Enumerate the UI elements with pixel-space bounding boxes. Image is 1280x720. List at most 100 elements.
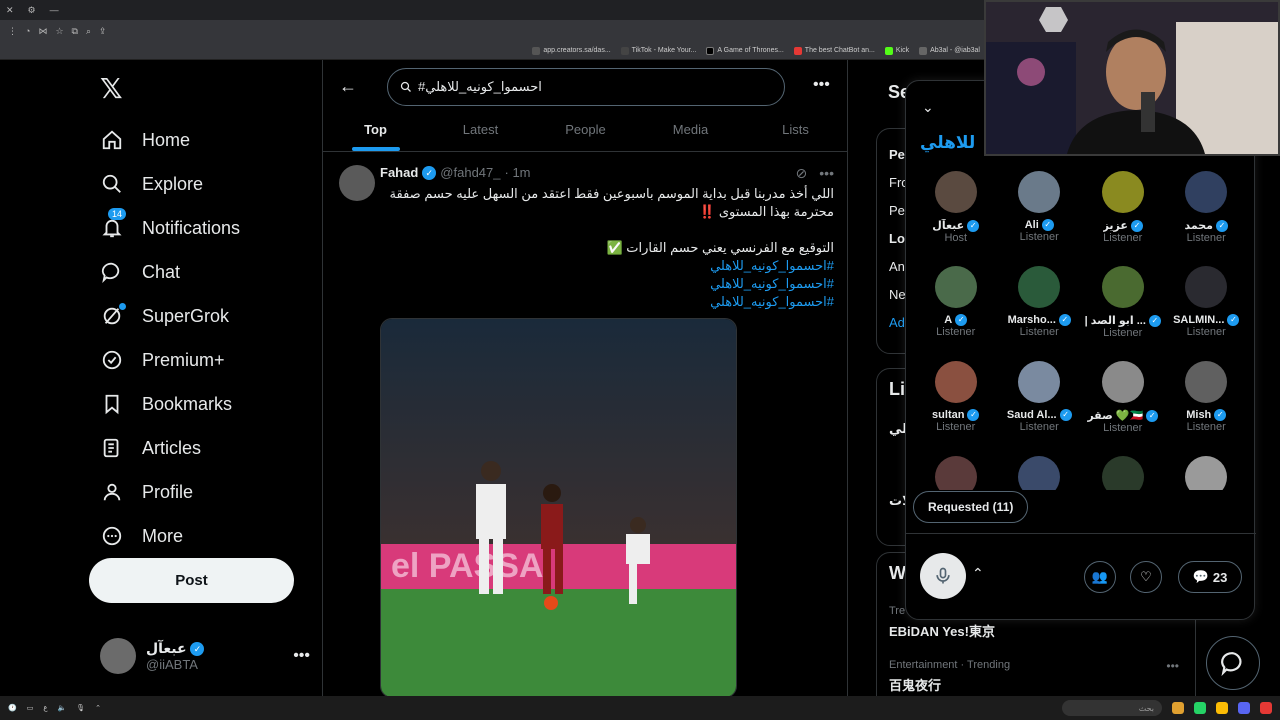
more-icon[interactable]: •••	[813, 76, 830, 94]
tweet-time[interactable]: · 1m	[505, 165, 531, 180]
taskbar-search[interactable]: بحث	[1062, 700, 1162, 716]
bookmark-item[interactable]: TikTok - Make Your...	[620, 46, 696, 55]
discord-icon[interactable]	[1238, 702, 1250, 714]
nav-bookmarks[interactable]: Bookmarks	[100, 382, 240, 426]
back-arrow-icon[interactable]: ←	[339, 76, 357, 97]
hashtag-link[interactable]: #احسموا_كونيه_للاهلي	[380, 257, 834, 275]
nav-premium[interactable]: Premium+	[100, 338, 240, 382]
tweet-author-name[interactable]: Fahad	[380, 165, 418, 180]
star-icon[interactable]: ☆	[55, 26, 63, 37]
trend-item[interactable]: 百鬼夜行	[889, 675, 941, 694]
avatar[interactable]	[339, 165, 375, 201]
post-button[interactable]: Post	[89, 558, 294, 603]
participant[interactable]: Mish ✓ Listener	[1165, 361, 1249, 445]
chat-fab-button[interactable]	[1206, 636, 1260, 690]
nav-supergrok[interactable]: SuperGrok	[100, 294, 240, 338]
collapse-chevron-icon[interactable]: ⌄	[922, 99, 934, 116]
notification-badge: 14	[108, 208, 127, 220]
participant[interactable]: Ali ✓ Listener	[998, 171, 1082, 255]
participant-role: Listener	[1103, 327, 1143, 339]
avatar	[1018, 171, 1061, 213]
avatar	[100, 638, 136, 674]
bookmark-item[interactable]: A Game of Thrones...	[706, 46, 784, 55]
nav-profile[interactable]: Profile	[100, 470, 240, 514]
nav-home[interactable]: Home	[100, 118, 240, 162]
search-icon	[100, 172, 124, 196]
extension-icon[interactable]: ◔	[25, 26, 30, 36]
display-icon[interactable]: ▭	[27, 704, 34, 712]
participant[interactable]	[914, 456, 998, 490]
share-icon[interactable]: ⇪	[99, 26, 107, 37]
comments-button[interactable]: 💬 23	[1178, 561, 1242, 593]
kick-icon	[884, 46, 893, 55]
participant[interactable]: sultan ✓ Listener	[914, 361, 998, 445]
account-switcher[interactable]: عبعآل ✓ @iiABTA •••	[100, 638, 310, 674]
nav-chat[interactable]: Chat	[100, 250, 240, 294]
participant[interactable]: A ✓ Listener	[914, 266, 998, 350]
nav-notifications[interactable]: 14 Notifications	[100, 206, 240, 250]
participant-name-row: SALMIN... ✓	[1165, 314, 1249, 326]
react-button[interactable]: ♡	[1130, 561, 1162, 593]
x-logo-icon[interactable]: 𝕏	[100, 72, 123, 105]
chevron-up-icon[interactable]: ⌃	[972, 565, 984, 582]
chevron-up-icon[interactable]: ⌃	[95, 704, 101, 712]
nav-explore[interactable]: Explore	[100, 162, 240, 206]
extension-icon[interactable]: ⋈	[38, 26, 47, 37]
participant[interactable]: Saud Al... ✓ Listener	[998, 361, 1082, 445]
menu-icon[interactable]: ⋮	[8, 26, 17, 37]
more-icon[interactable]: •••	[293, 647, 310, 665]
participant[interactable]: SALMIN... ✓ Listener	[1165, 266, 1249, 350]
chrome-icon[interactable]	[1216, 702, 1228, 714]
participant[interactable]	[998, 456, 1082, 490]
more-icon[interactable]: •••	[819, 165, 834, 182]
tab-media[interactable]: Media	[638, 112, 743, 151]
people-button[interactable]: 👥	[1084, 561, 1116, 593]
bookmark-item[interactable]: Ab3al - @iab3al	[919, 46, 980, 55]
tab-search-icon[interactable]: ⧉	[72, 26, 78, 37]
participant[interactable]: صقر 💚🇰🇼 ✓ Listener	[1081, 361, 1165, 445]
volume-icon[interactable]: 🔈	[58, 704, 67, 712]
requested-button[interactable]: Requested (11)	[913, 491, 1029, 523]
participant-name-row: محمد ✓	[1165, 219, 1249, 232]
participant-role: Listener	[1186, 421, 1226, 433]
grok-icon[interactable]: ⊘	[796, 165, 808, 182]
bookmark-item[interactable]: app.creators.sa/das...	[532, 46, 611, 55]
hashtag-link[interactable]: #احسموا_كونيه_للاهلي	[380, 275, 834, 293]
participant[interactable]	[1081, 456, 1165, 490]
search-input[interactable]: #احسموا_كونيه_للاهلي	[387, 68, 785, 106]
folder-icon[interactable]	[1172, 702, 1184, 714]
zoom-icon[interactable]: ⌕	[86, 26, 91, 37]
participant[interactable]: عزيز ✓ Listener	[1081, 171, 1165, 255]
tweet-image[interactable]: el PASSA	[380, 318, 737, 696]
tab-top[interactable]: Top	[323, 112, 428, 151]
more-icon[interactable]: •••	[1166, 659, 1179, 673]
language-indicator[interactable]: ع	[43, 704, 47, 712]
tweet-author-handle[interactable]: @fahd47_	[440, 165, 500, 180]
close-window-icon[interactable]: ✕	[6, 5, 14, 16]
tab-latest[interactable]: Latest	[428, 112, 533, 151]
verified-icon: ✓	[1130, 219, 1143, 232]
hashtag-link[interactable]: #احسموا_كونيه_للاهلي	[380, 293, 834, 311]
participant[interactable]: Marsho... ✓ Listener	[998, 266, 1082, 350]
bookmark-item[interactable]: The best ChatBot an...	[793, 46, 875, 55]
app-icon[interactable]	[1260, 702, 1272, 714]
nav-articles[interactable]: Articles	[100, 426, 240, 470]
mic-button[interactable]	[920, 553, 966, 599]
microphone-icon	[936, 567, 950, 584]
participant-name-row: sultan ✓	[914, 409, 998, 421]
tab-lists[interactable]: Lists	[743, 112, 847, 151]
participant[interactable]	[1165, 456, 1249, 490]
article-icon	[100, 436, 124, 460]
participant[interactable]: عبعآل ✓ Host	[914, 171, 998, 255]
bookmark-item[interactable]: Kick	[884, 46, 909, 55]
minimize-window-icon[interactable]: —	[50, 5, 59, 15]
mic-icon[interactable]: 🎙	[76, 704, 85, 712]
settings-icon[interactable]: ⚙	[28, 5, 36, 16]
whatsapp-icon[interactable]	[1194, 702, 1206, 714]
trend-item[interactable]: EBiDAN Yes!東京	[889, 621, 995, 640]
participant[interactable]: | ابو الصد ... ✓ Listener	[1081, 266, 1165, 350]
participant[interactable]: محمد ✓ Listener	[1165, 171, 1249, 255]
nav-more[interactable]: More	[100, 514, 240, 558]
tab-people[interactable]: People	[533, 112, 638, 151]
participant-name-row: A ✓	[914, 314, 998, 326]
